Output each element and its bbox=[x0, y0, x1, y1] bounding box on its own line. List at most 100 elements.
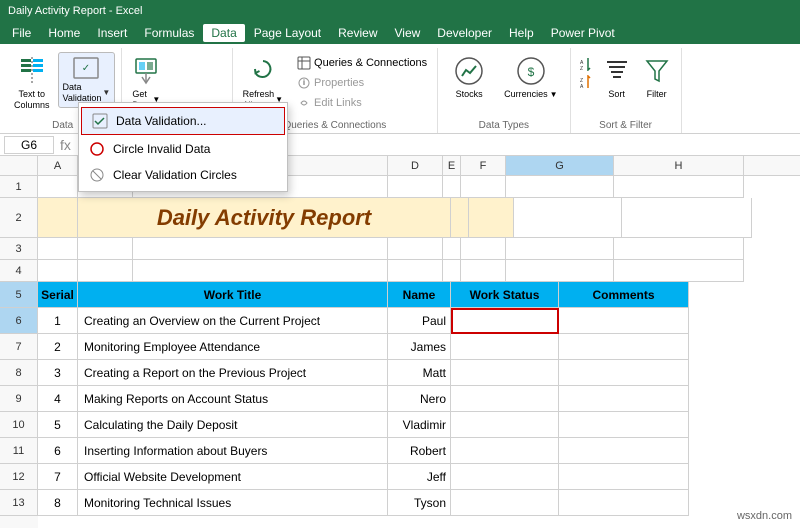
cell-BC11[interactable]: Inserting Information about Buyers bbox=[78, 438, 388, 464]
cell-G13[interactable] bbox=[451, 490, 559, 516]
row-num-13[interactable]: 13 bbox=[0, 490, 38, 516]
cell-D4[interactable] bbox=[388, 260, 443, 282]
cell-A5-header[interactable]: Serial bbox=[38, 282, 78, 308]
col-header-A[interactable]: A bbox=[38, 156, 78, 175]
cell-G4[interactable] bbox=[506, 260, 614, 282]
cell-A7[interactable]: 2 bbox=[38, 334, 78, 360]
menu-data[interactable]: Data bbox=[203, 24, 244, 42]
cell-A1[interactable] bbox=[38, 176, 78, 198]
row-num-7[interactable]: 7 bbox=[0, 334, 38, 360]
cell-G6-active[interactable] bbox=[451, 308, 559, 334]
cell-EF9[interactable]: Nero bbox=[388, 386, 451, 412]
cell-G7[interactable] bbox=[451, 334, 559, 360]
cell-A2[interactable] bbox=[38, 198, 78, 238]
cell-BC12[interactable]: Official Website Development bbox=[78, 464, 388, 490]
dropdown-item-clear-circles[interactable]: Clear Validation Circles bbox=[79, 162, 287, 188]
cell-G1[interactable] bbox=[506, 176, 614, 198]
menu-home[interactable]: Home bbox=[40, 24, 88, 42]
menu-page-layout[interactable]: Page Layout bbox=[246, 24, 329, 42]
filter-button[interactable]: Filter bbox=[639, 52, 675, 102]
cell-BC6[interactable]: Creating an Overview on the Current Proj… bbox=[78, 308, 388, 334]
sort-az-button[interactable]: A Z bbox=[577, 56, 595, 72]
menu-formulas[interactable]: Formulas bbox=[136, 24, 202, 42]
row-num-11[interactable]: 11 bbox=[0, 438, 38, 464]
cell-A6[interactable]: 1 bbox=[38, 308, 78, 334]
row-num-1[interactable]: 1 bbox=[0, 176, 38, 198]
cell-A4[interactable] bbox=[38, 260, 78, 282]
row-num-9[interactable]: 9 bbox=[0, 386, 38, 412]
sort-button[interactable]: Sort bbox=[599, 52, 635, 102]
cell-A8[interactable]: 3 bbox=[38, 360, 78, 386]
cell-H13[interactable] bbox=[559, 490, 689, 516]
cell-BC5-header[interactable]: Work Title bbox=[78, 282, 388, 308]
cell-EF13[interactable]: Tyson bbox=[388, 490, 451, 516]
menu-power-pivot[interactable]: Power Pivot bbox=[543, 24, 623, 42]
cell-D3[interactable] bbox=[388, 238, 443, 260]
row-num-6[interactable]: 6 bbox=[0, 308, 38, 334]
cell-C4[interactable] bbox=[133, 260, 388, 282]
cell-BC8[interactable]: Creating a Report on the Previous Projec… bbox=[78, 360, 388, 386]
cell-BC7[interactable]: Monitoring Employee Attendance bbox=[78, 334, 388, 360]
menu-developer[interactable]: Developer bbox=[429, 24, 500, 42]
cell-H6[interactable] bbox=[559, 308, 689, 334]
cell-H11[interactable] bbox=[559, 438, 689, 464]
cell-B2-merged[interactable]: Daily Activity Report bbox=[78, 198, 451, 238]
cell-A3[interactable] bbox=[38, 238, 78, 260]
cell-G9[interactable] bbox=[451, 386, 559, 412]
cell-EF8[interactable]: Matt bbox=[388, 360, 451, 386]
cell-D1[interactable] bbox=[388, 176, 443, 198]
cell-H4[interactable] bbox=[614, 260, 744, 282]
text-to-columns-button[interactable]: Text toColumns bbox=[10, 52, 54, 114]
row-num-8[interactable]: 8 bbox=[0, 360, 38, 386]
row-num-3[interactable]: 3 bbox=[0, 238, 38, 260]
menu-view[interactable]: View bbox=[387, 24, 429, 42]
cell-F2[interactable] bbox=[469, 198, 514, 238]
cell-H2[interactable] bbox=[622, 198, 752, 238]
cell-G2[interactable] bbox=[514, 198, 622, 238]
stocks-button[interactable]: Stocks bbox=[444, 52, 494, 102]
cell-H1[interactable] bbox=[614, 176, 744, 198]
menu-insert[interactable]: Insert bbox=[89, 24, 135, 42]
row-num-4[interactable]: 4 bbox=[0, 260, 38, 282]
col-header-E[interactable]: E bbox=[443, 156, 461, 175]
cell-G5-header[interactable]: Work Status bbox=[451, 282, 559, 308]
queries-connections-button[interactable]: Queries & Connections bbox=[293, 54, 431, 72]
menu-file[interactable]: File bbox=[4, 24, 39, 42]
cell-E3[interactable] bbox=[443, 238, 461, 260]
col-header-H[interactable]: H bbox=[614, 156, 744, 175]
cell-C3[interactable] bbox=[133, 238, 388, 260]
cell-EF6[interactable]: Paul bbox=[388, 308, 451, 334]
currencies-button[interactable]: $ Currencies ▼ bbox=[498, 52, 563, 102]
cell-H5-header[interactable]: Comments bbox=[559, 282, 689, 308]
cell-EF10[interactable]: Vladimir bbox=[388, 412, 451, 438]
cell-EF12[interactable]: Jeff bbox=[388, 464, 451, 490]
cell-H3[interactable] bbox=[614, 238, 744, 260]
cell-G12[interactable] bbox=[451, 464, 559, 490]
cell-E2[interactable] bbox=[451, 198, 469, 238]
cell-H8[interactable] bbox=[559, 360, 689, 386]
cell-EF11[interactable]: Robert bbox=[388, 438, 451, 464]
cell-G10[interactable] bbox=[451, 412, 559, 438]
cell-E4[interactable] bbox=[443, 260, 461, 282]
cell-A10[interactable]: 5 bbox=[38, 412, 78, 438]
col-header-D[interactable]: D bbox=[388, 156, 443, 175]
cell-H10[interactable] bbox=[559, 412, 689, 438]
cell-B3[interactable] bbox=[78, 238, 133, 260]
sort-za-button[interactable]: Z A bbox=[577, 74, 595, 90]
data-validation-button[interactable]: ✓ DataValidation ▼ bbox=[58, 52, 116, 108]
cell-H9[interactable] bbox=[559, 386, 689, 412]
edit-links-button[interactable]: Edit Links bbox=[293, 94, 431, 112]
cell-F4[interactable] bbox=[461, 260, 506, 282]
cell-F3[interactable] bbox=[461, 238, 506, 260]
cell-BC13[interactable]: Monitoring Technical Issues bbox=[78, 490, 388, 516]
cell-BC9[interactable]: Making Reports on Account Status bbox=[78, 386, 388, 412]
dropdown-item-circle-invalid[interactable]: Circle Invalid Data bbox=[79, 136, 287, 162]
col-header-F[interactable]: F bbox=[461, 156, 506, 175]
cell-BC10[interactable]: Calculating the Daily Deposit bbox=[78, 412, 388, 438]
cell-G8[interactable] bbox=[451, 360, 559, 386]
cell-A9[interactable]: 4 bbox=[38, 386, 78, 412]
menu-review[interactable]: Review bbox=[330, 24, 385, 42]
properties-button[interactable]: Properties bbox=[293, 74, 431, 92]
cell-A13[interactable]: 8 bbox=[38, 490, 78, 516]
cell-H12[interactable] bbox=[559, 464, 689, 490]
